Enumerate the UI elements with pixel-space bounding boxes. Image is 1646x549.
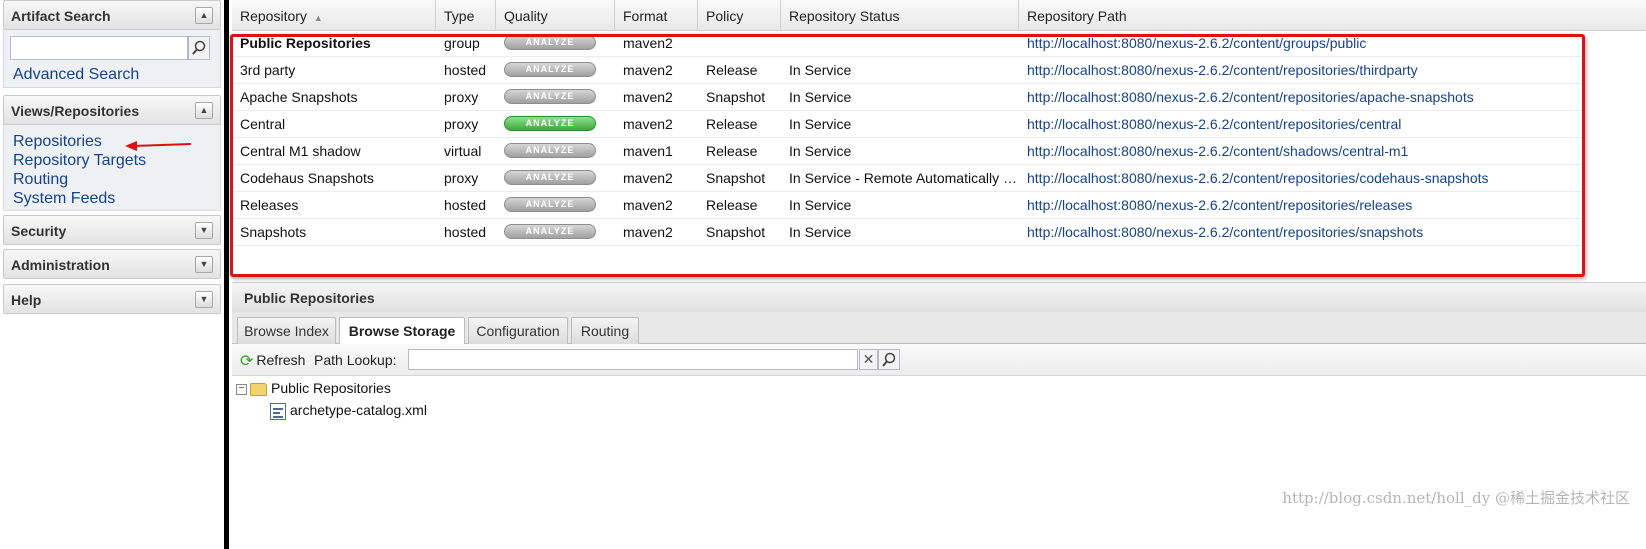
tab-routing[interactable]: Routing xyxy=(571,317,639,344)
administration-header[interactable]: Administration ▼ xyxy=(3,249,221,279)
refresh-label: Refresh xyxy=(256,352,306,368)
administration-panel: Administration ▼ xyxy=(3,249,221,279)
search-icon[interactable] xyxy=(878,349,900,370)
help-panel: Help ▼ xyxy=(3,284,221,314)
views-repositories-body: Repositories Repository Targets Routing … xyxy=(3,125,221,211)
xml-file-icon xyxy=(270,402,286,420)
sidebar-item-repository-targets[interactable]: Repository Targets xyxy=(4,151,220,170)
storage-tree: − Public Repositories archetype-catalog.x… xyxy=(232,376,1646,420)
expand-down-icon[interactable]: ▼ xyxy=(195,291,213,308)
clear-icon[interactable]: ✕ xyxy=(859,349,878,370)
expand-down-icon[interactable]: ▼ xyxy=(195,222,213,239)
artifact-search-header[interactable]: Artifact Search ▲ xyxy=(3,0,221,30)
collapse-up-icon[interactable]: ▲ xyxy=(195,7,213,24)
path-lookup-input[interactable] xyxy=(408,349,858,370)
artifact-search-panel: Artifact Search ▲ Advanced Search xyxy=(3,0,221,88)
refresh-button[interactable]: ⟳ Refresh xyxy=(240,351,305,371)
artifact-search-body: Advanced Search xyxy=(3,30,221,88)
views-repositories-header[interactable]: Views/Repositories ▲ xyxy=(3,95,221,125)
tree-node-file[interactable]: archetype-catalog.xml xyxy=(270,402,427,420)
administration-title: Administration xyxy=(11,257,110,273)
tree-node-label: Public Repositories xyxy=(271,380,391,396)
collapse-up-icon[interactable]: ▲ xyxy=(195,102,213,119)
views-repositories-panel: Views/Repositories ▲ Repositories Reposi… xyxy=(3,95,221,211)
views-repositories-title: Views/Repositories xyxy=(11,103,140,119)
detail-tabstrip: Browse Index Browse Storage Configuratio… xyxy=(232,312,1646,345)
sort-ascending-icon: ▲ xyxy=(313,13,323,23)
detail-title: Public Repositories xyxy=(232,282,1646,312)
storage-toolbar: ⟳ Refresh Path Lookup: ✕ xyxy=(232,344,1646,376)
artifact-search-title: Artifact Search xyxy=(11,8,111,24)
tree-node-root[interactable]: − Public Repositories xyxy=(236,380,391,396)
column-header-format[interactable]: Format xyxy=(615,0,698,31)
help-title: Help xyxy=(11,292,42,308)
grid-header: Repository ▲ Type Quality Format Policy … xyxy=(232,0,1646,31)
repository-detail-panel: Public Repositories Browse Index Browse … xyxy=(232,282,1646,549)
column-header-policy[interactable]: Policy xyxy=(698,0,781,31)
tab-browse-storage[interactable]: Browse Storage xyxy=(339,317,465,345)
watermark: http://blog.csdn.net/holl_dy @稀土掘金技术社区 xyxy=(1282,489,1630,507)
help-header[interactable]: Help ▼ xyxy=(3,284,221,314)
red-arrow-annotation xyxy=(125,141,192,151)
sidebar-item-routing[interactable]: Routing xyxy=(4,170,220,189)
security-header[interactable]: Security ▼ xyxy=(3,215,221,245)
security-title: Security xyxy=(11,223,67,239)
folder-icon xyxy=(250,382,267,396)
security-panel: Security ▼ xyxy=(3,215,221,245)
panel-divider[interactable] xyxy=(224,0,229,549)
column-header-type[interactable]: Type xyxy=(436,0,496,31)
advanced-search-link[interactable]: Advanced Search xyxy=(4,65,139,84)
red-highlight-box xyxy=(230,34,1585,277)
refresh-icon: ⟳ xyxy=(240,353,254,370)
column-header-repository[interactable]: Repository ▲ xyxy=(232,0,436,31)
column-header-status[interactable]: Repository Status xyxy=(781,0,1019,31)
tree-node-label: archetype-catalog.xml xyxy=(290,402,427,418)
expand-down-icon[interactable]: ▼ xyxy=(195,256,213,273)
search-icon[interactable] xyxy=(188,36,210,60)
column-header-path[interactable]: Repository Path xyxy=(1019,0,1646,31)
tab-configuration[interactable]: Configuration xyxy=(468,317,568,344)
artifact-search-input[interactable] xyxy=(10,36,188,60)
tab-browse-index[interactable]: Browse Index xyxy=(237,317,336,344)
sidebar-item-system-feeds[interactable]: System Feeds xyxy=(4,189,220,208)
collapse-minus-icon[interactable]: − xyxy=(236,383,247,395)
column-header-quality[interactable]: Quality xyxy=(496,0,615,31)
path-lookup-label: Path Lookup: xyxy=(314,352,397,368)
sidebar: Artifact Search ▲ Advanced Search Views/… xyxy=(0,0,224,549)
